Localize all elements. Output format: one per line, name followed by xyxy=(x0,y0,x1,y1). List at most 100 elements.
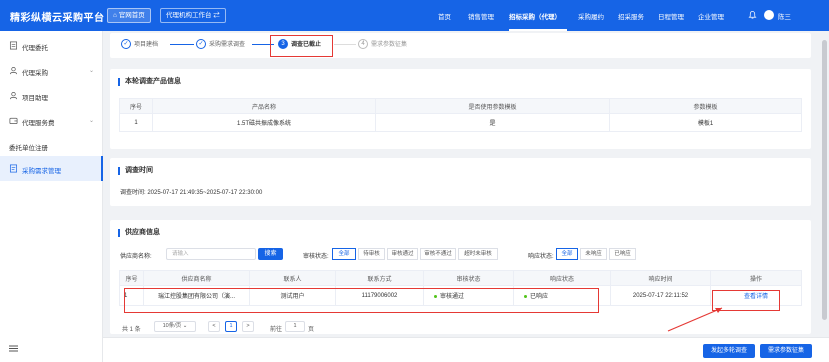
sidebar-item-agency-delegation[interactable]: 代理委托 xyxy=(0,33,103,58)
product-table: 序号 产品名称 是否使用参数模板 参数模板 1 1.5T磁共振成像系统 是 模板… xyxy=(119,98,802,132)
column-header: 审核状态 xyxy=(423,270,514,286)
nav-fulfillment[interactable]: 采购履约 xyxy=(578,11,604,21)
step-number-icon: 4 xyxy=(358,39,368,50)
pager-next-button[interactable]: > xyxy=(242,321,254,332)
step-parameter-collection: 4 需求参数征集 xyxy=(358,39,408,50)
section-title: 本轮调查产品信息 xyxy=(118,78,181,86)
step-requirement-survey: ✓ 采购需求调查 xyxy=(196,39,246,50)
sidebar-item-project-assistant[interactable]: 项目助理 xyxy=(0,83,103,108)
supplier-name-label: 供应商名称: xyxy=(120,254,152,260)
sidebar-item-label: 代理服务费 xyxy=(22,120,55,127)
survey-time-text: 调查时间: 2025-07-17 21:49:35~2025-07-17 22:… xyxy=(120,187,262,196)
table-row: 1 1.5T磁共振成像系统 是 模板1 xyxy=(119,113,802,132)
top-bar: 精彩纵横云采购平台 ⌂ 官网首页 代理机构工作台 ⇄ 首页 销售管理 招标采购（… xyxy=(0,0,829,31)
pager-page-unit: 页 xyxy=(308,327,315,333)
cell-index: 1 xyxy=(119,113,153,132)
highlight-box-supplier-row xyxy=(124,288,599,313)
review-status-label: 审核状态: xyxy=(303,254,329,260)
user-icon xyxy=(9,66,18,75)
nav-home[interactable]: 首页 xyxy=(438,11,451,21)
column-header: 序号 xyxy=(119,270,144,286)
sidebar-item-client-registration[interactable]: 委托单位注册 xyxy=(0,133,103,158)
page-size-select[interactable]: 10条/页 ⌄ xyxy=(154,321,196,332)
collapse-menu-icon[interactable] xyxy=(9,345,18,352)
bottom-action-bar: 发起多轮调查 需求参数征集 xyxy=(103,337,829,362)
column-header: 联系方式 xyxy=(335,270,424,286)
highlight-box-current-step xyxy=(270,35,333,57)
sidebar-item-requirement-management[interactable]: 采购需求管理 xyxy=(0,156,103,181)
supplier-info-card: 供应商信息 供应商名称: 请输入 搜索 审核状态: 全部 待审核 审核通过 审核… xyxy=(110,220,811,334)
portal-home-label: 官网首页 xyxy=(118,12,145,19)
step-project-filing: ✓ 项目建档 xyxy=(121,39,159,50)
page-size-value: 10条/页 xyxy=(162,323,182,329)
pager-total: 共 1 条 xyxy=(122,327,141,333)
nav-sales[interactable]: 销售管理 xyxy=(468,11,494,21)
table-header-row: 序号 产品名称 是否使用参数模板 参数模板 xyxy=(119,98,802,114)
step-label: 项目建档 xyxy=(134,42,159,48)
pager-current-page[interactable]: 1 xyxy=(225,321,237,332)
nav-enterprise[interactable]: 企业管理 xyxy=(698,11,724,21)
nav-active-indicator xyxy=(509,29,567,31)
review-filter-timeout[interactable]: 超时未审核 xyxy=(458,248,498,260)
supplier-name-input[interactable]: 请输入 xyxy=(166,248,256,260)
sidebar-item-agency-purchase[interactable]: 代理采购 ⌄ xyxy=(0,58,103,83)
response-filter-not-responded[interactable]: 未响应 xyxy=(580,248,607,260)
cell-product-name: 1.5T磁共振成像系统 xyxy=(152,113,376,132)
column-header: 序号 xyxy=(119,98,153,114)
sidebar-item-label: 项目助理 xyxy=(22,95,48,102)
username[interactable]: 陈三 xyxy=(778,11,791,21)
start-multi-round-survey-button[interactable]: 发起多轮调查 xyxy=(703,344,755,358)
pager-goto-input[interactable]: 1 xyxy=(285,321,305,332)
nav-tendering[interactable]: 招标采购（代理） xyxy=(509,11,561,21)
pager-prev-button[interactable]: < xyxy=(208,321,220,332)
review-filter-all[interactable]: 全部 xyxy=(332,248,356,260)
chevron-down-icon: ⌄ xyxy=(88,68,94,74)
workspace-switch-button[interactable]: 代理机构工作台 ⇄ xyxy=(160,8,226,23)
column-header: 是否使用参数模板 xyxy=(375,98,610,114)
sidebar-item-label: 委托单位注册 xyxy=(9,145,48,152)
wallet-icon xyxy=(9,117,18,125)
column-header: 参数模板 xyxy=(609,98,802,114)
cell-use-template: 是 xyxy=(375,113,610,132)
step-label: 采购需求调查 xyxy=(209,42,246,48)
review-filter-rejected[interactable]: 审核不通过 xyxy=(420,248,456,260)
pager-goto-label: 前往 xyxy=(270,327,283,333)
list-icon xyxy=(9,164,18,173)
review-filter-approved[interactable]: 审核通过 xyxy=(387,248,418,260)
response-status-label: 响应状态: xyxy=(528,254,554,260)
column-header: 操作 xyxy=(710,270,802,286)
step-label: 需求参数征集 xyxy=(371,42,408,48)
bell-icon[interactable] xyxy=(748,10,757,20)
sidebar-item-label: 代理采购 xyxy=(22,70,48,77)
survey-time-card: 调查时间 调查时间: 2025-07-17 21:49:35~2025-07-1… xyxy=(110,158,811,206)
sidebar-item-agency-fee[interactable]: 代理服务费 ⌄ xyxy=(0,108,103,133)
step-connector xyxy=(170,44,194,45)
sidebar-item-label: 采购需求管理 xyxy=(22,168,61,175)
nav-services[interactable]: 招采服务 xyxy=(618,11,644,21)
survey-time-label: 调查时间: xyxy=(120,190,146,196)
chevron-down-icon: ⌄ xyxy=(88,118,94,124)
portal-home-button[interactable]: ⌂ 官网首页 xyxy=(107,8,151,23)
document-icon xyxy=(9,41,18,50)
response-filter-all[interactable]: 全部 xyxy=(556,248,578,260)
section-title: 供应商信息 xyxy=(118,229,160,237)
sidebar-item-label: 代理委托 xyxy=(22,45,48,52)
column-header: 产品名称 xyxy=(152,98,376,114)
response-filter-responded[interactable]: 已响应 xyxy=(609,248,636,260)
column-header: 联系人 xyxy=(249,270,336,286)
search-button[interactable]: 搜索 xyxy=(258,248,283,260)
column-header: 响应时间 xyxy=(610,270,711,286)
check-icon: ✓ xyxy=(121,39,131,50)
column-header: 响应状态 xyxy=(513,270,611,286)
user-icon xyxy=(9,91,18,100)
column-header: 供应商名称 xyxy=(143,270,250,286)
chevron-down-icon: ⌄ xyxy=(182,323,188,329)
section-title: 调查时间 xyxy=(118,167,153,175)
review-filter-pending[interactable]: 待审核 xyxy=(358,248,385,260)
nav-schedule[interactable]: 日程管理 xyxy=(658,11,684,21)
table-header-row: 序号 供应商名称 联系人 联系方式 审核状态 响应状态 响应时间 操作 xyxy=(119,270,802,286)
highlight-box-view-details xyxy=(712,290,780,311)
parameter-collection-button[interactable]: 需求参数征集 xyxy=(760,344,812,358)
avatar[interactable] xyxy=(764,10,774,20)
scrollbar-thumb[interactable] xyxy=(822,40,827,320)
